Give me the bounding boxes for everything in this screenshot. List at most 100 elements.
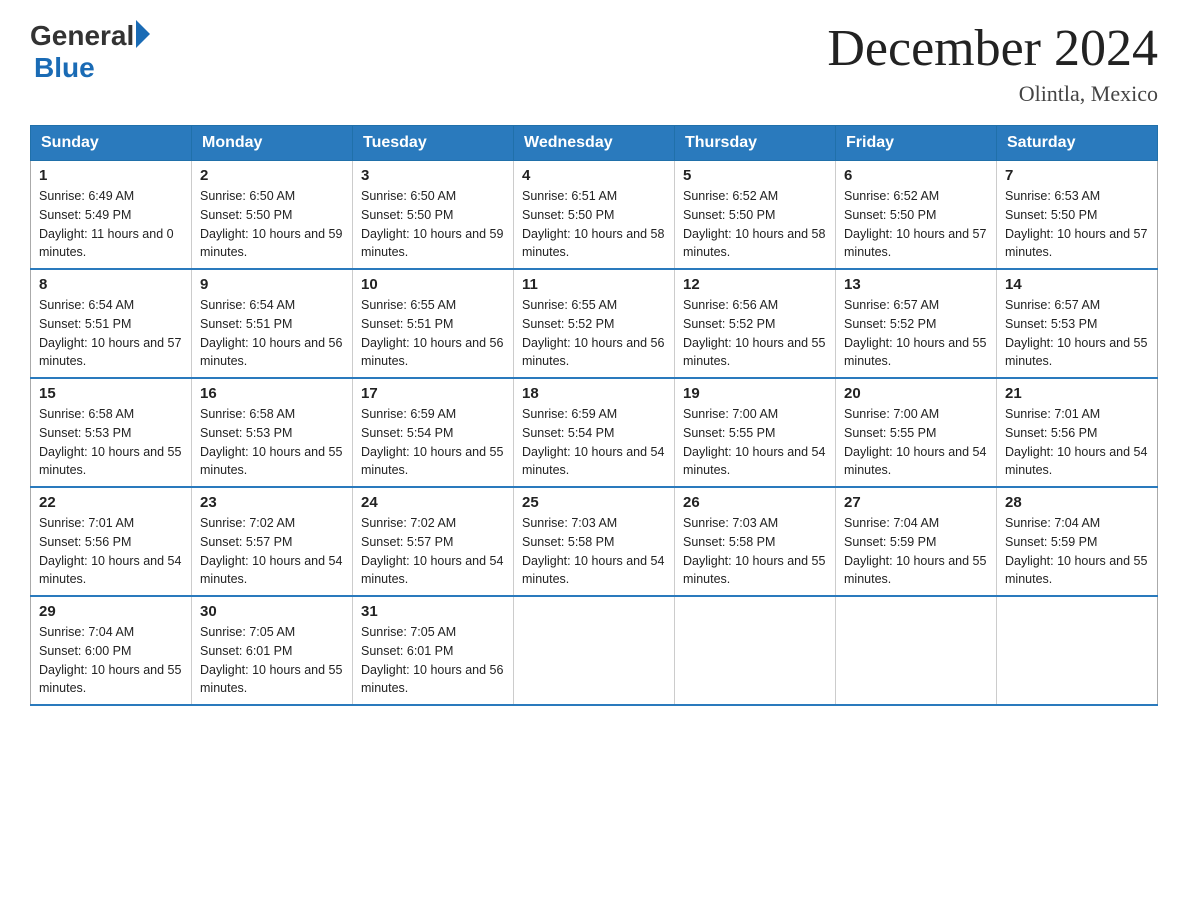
calendar-week-row: 29 Sunrise: 7:04 AMSunset: 6:00 PMDayligh… xyxy=(31,596,1158,705)
day-info: Sunrise: 6:55 AMSunset: 5:52 PMDaylight:… xyxy=(522,296,666,371)
location-title: Olintla, Mexico xyxy=(827,81,1158,107)
day-number: 18 xyxy=(522,385,666,402)
day-info: Sunrise: 6:55 AMSunset: 5:51 PMDaylight:… xyxy=(361,296,505,371)
day-info: Sunrise: 6:51 AMSunset: 5:50 PMDaylight:… xyxy=(522,187,666,262)
calendar-day-cell: 20 Sunrise: 7:00 AMSunset: 5:55 PMDayligh… xyxy=(836,378,997,487)
calendar-day-cell: 11 Sunrise: 6:55 AMSunset: 5:52 PMDayligh… xyxy=(514,269,675,378)
calendar-day-cell: 25 Sunrise: 7:03 AMSunset: 5:58 PMDayligh… xyxy=(514,487,675,596)
header-saturday: Saturday xyxy=(997,126,1158,161)
calendar-day-cell: 5 Sunrise: 6:52 AMSunset: 5:50 PMDaylight… xyxy=(675,161,836,270)
calendar-day-cell: 31 Sunrise: 7:05 AMSunset: 6:01 PMDayligh… xyxy=(353,596,514,705)
day-info: Sunrise: 7:02 AMSunset: 5:57 PMDaylight:… xyxy=(361,514,505,589)
calendar-day-cell: 1Sunrise: 6:49 AMSunset: 5:49 PMDaylight… xyxy=(31,161,192,270)
day-number: 12 xyxy=(683,276,827,293)
day-number: 9 xyxy=(200,276,344,293)
calendar-week-row: 22Sunrise: 7:01 AMSunset: 5:56 PMDayligh… xyxy=(31,487,1158,596)
day-number: 25 xyxy=(522,494,666,511)
day-info: Sunrise: 7:04 AMSunset: 6:00 PMDaylight:… xyxy=(39,623,183,698)
logo: General Blue xyxy=(30,20,150,84)
calendar-day-cell: 27Sunrise: 7:04 AMSunset: 5:59 PMDayligh… xyxy=(836,487,997,596)
logo-triangle-icon xyxy=(136,20,150,48)
calendar-day-cell: 30 Sunrise: 7:05 AMSunset: 6:01 PMDayligh… xyxy=(192,596,353,705)
day-info: Sunrise: 6:59 AMSunset: 5:54 PMDaylight:… xyxy=(522,405,666,480)
calendar-day-cell: 19Sunrise: 7:00 AMSunset: 5:55 PMDayligh… xyxy=(675,378,836,487)
calendar-day-cell: 4 Sunrise: 6:51 AMSunset: 5:50 PMDaylight… xyxy=(514,161,675,270)
calendar-day-cell: 26 Sunrise: 7:03 AMSunset: 5:58 PMDayligh… xyxy=(675,487,836,596)
header-monday: Monday xyxy=(192,126,353,161)
day-info: Sunrise: 6:53 AMSunset: 5:50 PMDaylight:… xyxy=(1005,187,1149,262)
day-number: 7 xyxy=(1005,167,1149,184)
day-number: 13 xyxy=(844,276,988,293)
day-number: 5 xyxy=(683,167,827,184)
day-number: 3 xyxy=(361,167,505,184)
header-thursday: Thursday xyxy=(675,126,836,161)
day-info: Sunrise: 7:01 AMSunset: 5:56 PMDaylight:… xyxy=(39,514,183,589)
day-info: Sunrise: 6:54 AMSunset: 5:51 PMDaylight:… xyxy=(39,296,183,371)
header-sunday: Sunday xyxy=(31,126,192,161)
calendar-table: Sunday Monday Tuesday Wednesday Thursday… xyxy=(30,125,1158,706)
day-number: 29 xyxy=(39,603,183,620)
calendar-day-cell: 24 Sunrise: 7:02 AMSunset: 5:57 PMDayligh… xyxy=(353,487,514,596)
calendar-day-cell: 7 Sunrise: 6:53 AMSunset: 5:50 PMDaylight… xyxy=(997,161,1158,270)
day-info: Sunrise: 6:54 AMSunset: 5:51 PMDaylight:… xyxy=(200,296,344,371)
day-number: 16 xyxy=(200,385,344,402)
day-number: 31 xyxy=(361,603,505,620)
day-info: Sunrise: 7:05 AMSunset: 6:01 PMDaylight:… xyxy=(361,623,505,698)
day-number: 26 xyxy=(683,494,827,511)
header-wednesday: Wednesday xyxy=(514,126,675,161)
day-number: 15 xyxy=(39,385,183,402)
day-info: Sunrise: 6:50 AMSunset: 5:50 PMDaylight:… xyxy=(200,187,344,262)
day-info: Sunrise: 7:03 AMSunset: 5:58 PMDaylight:… xyxy=(683,514,827,589)
day-number: 30 xyxy=(200,603,344,620)
day-number: 4 xyxy=(522,167,666,184)
day-number: 21 xyxy=(1005,385,1149,402)
day-info: Sunrise: 6:52 AMSunset: 5:50 PMDaylight:… xyxy=(683,187,827,262)
day-number: 19 xyxy=(683,385,827,402)
day-number: 20 xyxy=(844,385,988,402)
day-info: Sunrise: 7:02 AMSunset: 5:57 PMDaylight:… xyxy=(200,514,344,589)
day-info: Sunrise: 6:49 AMSunset: 5:49 PMDaylight:… xyxy=(39,187,183,262)
day-number: 10 xyxy=(361,276,505,293)
day-info: Sunrise: 6:52 AMSunset: 5:50 PMDaylight:… xyxy=(844,187,988,262)
calendar-day-cell: 3 Sunrise: 6:50 AMSunset: 5:50 PMDaylight… xyxy=(353,161,514,270)
day-number: 8 xyxy=(39,276,183,293)
day-number: 17 xyxy=(361,385,505,402)
calendar-day-cell xyxy=(997,596,1158,705)
calendar-day-cell: 2 Sunrise: 6:50 AMSunset: 5:50 PMDaylight… xyxy=(192,161,353,270)
calendar-day-cell xyxy=(514,596,675,705)
calendar-day-cell: 28 Sunrise: 7:04 AMSunset: 5:59 PMDayligh… xyxy=(997,487,1158,596)
logo-blue: Blue xyxy=(34,52,95,84)
calendar-day-cell: 15Sunrise: 6:58 AMSunset: 5:53 PMDayligh… xyxy=(31,378,192,487)
calendar-day-cell: 17Sunrise: 6:59 AMSunset: 5:54 PMDayligh… xyxy=(353,378,514,487)
day-number: 28 xyxy=(1005,494,1149,511)
day-info: Sunrise: 7:03 AMSunset: 5:58 PMDaylight:… xyxy=(522,514,666,589)
day-number: 11 xyxy=(522,276,666,293)
calendar-day-cell: 23Sunrise: 7:02 AMSunset: 5:57 PMDayligh… xyxy=(192,487,353,596)
day-number: 2 xyxy=(200,167,344,184)
header-friday: Friday xyxy=(836,126,997,161)
calendar-body: 1Sunrise: 6:49 AMSunset: 5:49 PMDaylight… xyxy=(31,161,1158,706)
calendar-day-cell: 21 Sunrise: 7:01 AMSunset: 5:56 PMDayligh… xyxy=(997,378,1158,487)
month-year-title: December 2024 xyxy=(827,20,1158,77)
calendar-day-cell: 6Sunrise: 6:52 AMSunset: 5:50 PMDaylight… xyxy=(836,161,997,270)
calendar-week-row: 1Sunrise: 6:49 AMSunset: 5:49 PMDaylight… xyxy=(31,161,1158,270)
calendar-day-cell xyxy=(836,596,997,705)
calendar-day-cell: 13Sunrise: 6:57 AMSunset: 5:52 PMDayligh… xyxy=(836,269,997,378)
day-info: Sunrise: 7:01 AMSunset: 5:56 PMDaylight:… xyxy=(1005,405,1149,480)
day-info: Sunrise: 7:05 AMSunset: 6:01 PMDaylight:… xyxy=(200,623,344,698)
day-info: Sunrise: 7:00 AMSunset: 5:55 PMDaylight:… xyxy=(844,405,988,480)
day-info: Sunrise: 6:56 AMSunset: 5:52 PMDaylight:… xyxy=(683,296,827,371)
header-tuesday: Tuesday xyxy=(353,126,514,161)
day-info: Sunrise: 7:04 AMSunset: 5:59 PMDaylight:… xyxy=(844,514,988,589)
day-info: Sunrise: 7:04 AMSunset: 5:59 PMDaylight:… xyxy=(1005,514,1149,589)
day-info: Sunrise: 6:57 AMSunset: 5:53 PMDaylight:… xyxy=(1005,296,1149,371)
day-info: Sunrise: 6:50 AMSunset: 5:50 PMDaylight:… xyxy=(361,187,505,262)
day-number: 24 xyxy=(361,494,505,511)
calendar-day-cell: 8 Sunrise: 6:54 AMSunset: 5:51 PMDaylight… xyxy=(31,269,192,378)
calendar-day-cell: 22Sunrise: 7:01 AMSunset: 5:56 PMDayligh… xyxy=(31,487,192,596)
page-header: General Blue December 2024 Olintla, Mexi… xyxy=(30,20,1158,107)
calendar-day-cell: 14 Sunrise: 6:57 AMSunset: 5:53 PMDayligh… xyxy=(997,269,1158,378)
calendar-week-row: 8 Sunrise: 6:54 AMSunset: 5:51 PMDaylight… xyxy=(31,269,1158,378)
calendar-day-cell: 16Sunrise: 6:58 AMSunset: 5:53 PMDayligh… xyxy=(192,378,353,487)
day-number: 14 xyxy=(1005,276,1149,293)
